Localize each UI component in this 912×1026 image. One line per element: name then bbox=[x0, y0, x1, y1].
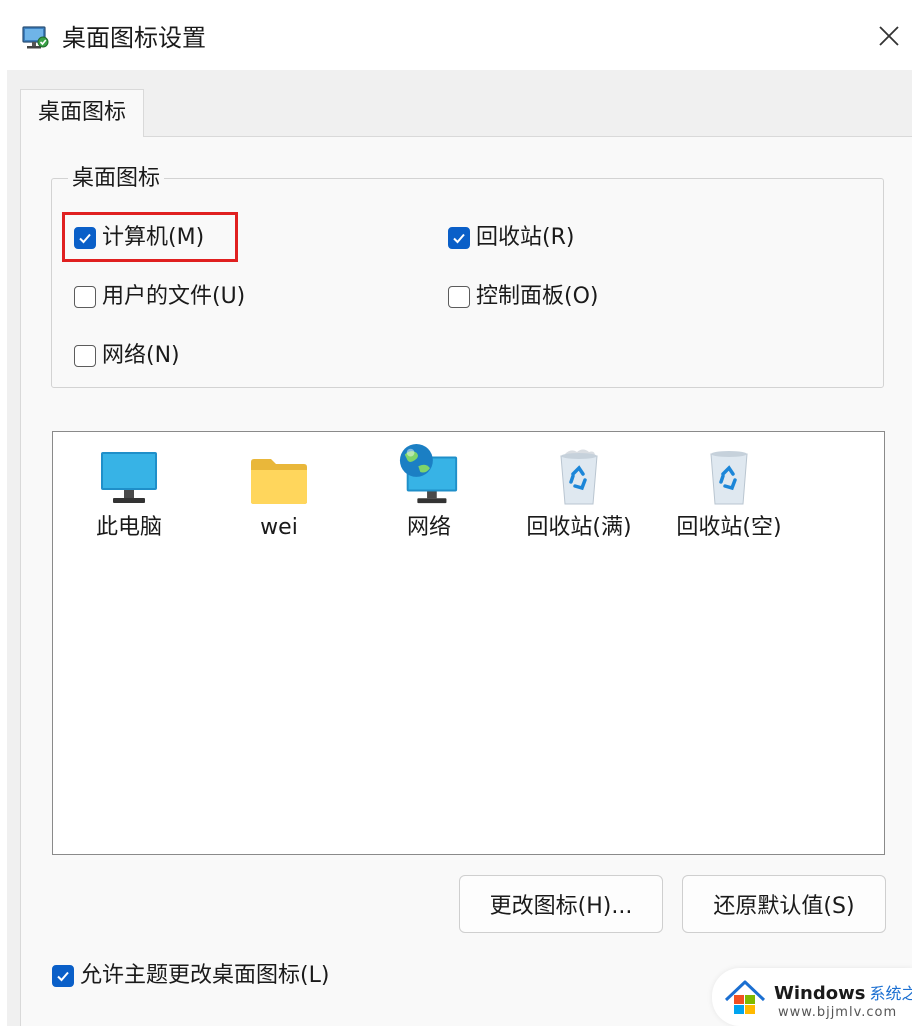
monitor-icon bbox=[101, 452, 157, 503]
checkbox-computer[interactable]: 计算机(M) bbox=[74, 223, 204, 253]
change-icon-button[interactable]: 更改图标(H)... bbox=[459, 875, 663, 933]
checkbox-recycle-bin[interactable]: 回收站(R) bbox=[448, 223, 574, 253]
checkbox-user-files[interactable]: 用户的文件(U) bbox=[74, 282, 245, 312]
checkbox-box[interactable] bbox=[448, 227, 470, 249]
checkbox-label: 允许主题更改桌面图标(L) bbox=[80, 963, 330, 988]
checkbox-label: 控制面板(O) bbox=[476, 284, 599, 309]
checkmark-icon bbox=[57, 971, 69, 982]
checkbox-label: 用户的文件(U) bbox=[102, 284, 246, 309]
list-item-this-pc[interactable]: 此电脑 bbox=[64, 442, 194, 552]
checkbox-network[interactable]: 网络(N) bbox=[74, 341, 180, 371]
window-title: 桌面图标设置 bbox=[62, 24, 206, 52]
close-icon bbox=[879, 26, 899, 46]
icon-label: 此电脑 bbox=[95, 515, 162, 540]
checkbox-label: 计算机(M) bbox=[102, 225, 205, 250]
checkbox-box[interactable] bbox=[448, 286, 470, 308]
desktop-settings-icon bbox=[22, 26, 49, 49]
list-item-recycle-bin-full[interactable]: 回收站(满) bbox=[514, 442, 644, 552]
list-item-network[interactable]: 网络 bbox=[364, 442, 494, 552]
icon-label: 回收站(满) bbox=[526, 515, 632, 540]
windows-logo-icon bbox=[724, 980, 766, 1014]
list-item-user-folder[interactable]: wei bbox=[214, 442, 344, 552]
title-bar: 桌面图标设置 bbox=[0, 0, 912, 70]
checkbox-control-panel[interactable]: 控制面板(O) bbox=[448, 282, 598, 312]
icon-label: 回收站(空) bbox=[676, 515, 782, 540]
icon-list-view[interactable]: 此电脑 wei 网络 回收站(满) 回收站(空) bbox=[52, 431, 885, 855]
group-legend: 桌面图标 bbox=[68, 164, 165, 194]
tab-panel: 桌面图标 计算机(M) 回收站(R) 用户的文件(U) 控制面板(O) 网络(N… bbox=[20, 136, 912, 1026]
checkbox-allow-themes[interactable]: 允许主题更改桌面图标(L) bbox=[52, 961, 329, 991]
recycle-bin-full-icon bbox=[560, 449, 598, 505]
network-globe-icon bbox=[399, 443, 458, 504]
watermark: Windows系统之家 www.bjjmlv.com bbox=[712, 968, 912, 1026]
checkbox-box[interactable] bbox=[74, 345, 96, 367]
checkmark-icon bbox=[453, 233, 465, 244]
checkbox-label: 网络(N) bbox=[102, 343, 180, 368]
close-button[interactable] bbox=[866, 10, 912, 62]
icon-label: 网络 bbox=[406, 515, 451, 540]
folder-icon bbox=[251, 459, 307, 504]
checkbox-label: 回收站(R) bbox=[476, 225, 575, 250]
watermark-brand-en: Windows bbox=[774, 983, 866, 1004]
recycle-bin-empty-icon bbox=[710, 451, 748, 505]
checkbox-box[interactable] bbox=[74, 286, 96, 308]
tab-desktop-icons[interactable]: 桌面图标 bbox=[20, 89, 144, 137]
checkbox-box[interactable] bbox=[52, 965, 74, 987]
dialog-client: 桌面图标 桌面图标 计算机(M) 回收站(R) 用户的文件(U) 控制面板(O) bbox=[7, 70, 912, 1026]
watermark-brand-cn: 系统之家 bbox=[869, 984, 912, 1003]
watermark-url: www.bjjmlv.com bbox=[778, 1005, 898, 1020]
restore-default-button[interactable]: 还原默认值(S) bbox=[682, 875, 886, 933]
watermark-brand: Windows系统之家 bbox=[774, 984, 912, 1004]
icon-label: wei bbox=[260, 515, 298, 540]
checkbox-box[interactable] bbox=[74, 227, 96, 249]
checkmark-icon bbox=[79, 233, 91, 244]
list-item-recycle-bin-empty[interactable]: 回收站(空) bbox=[664, 442, 794, 552]
